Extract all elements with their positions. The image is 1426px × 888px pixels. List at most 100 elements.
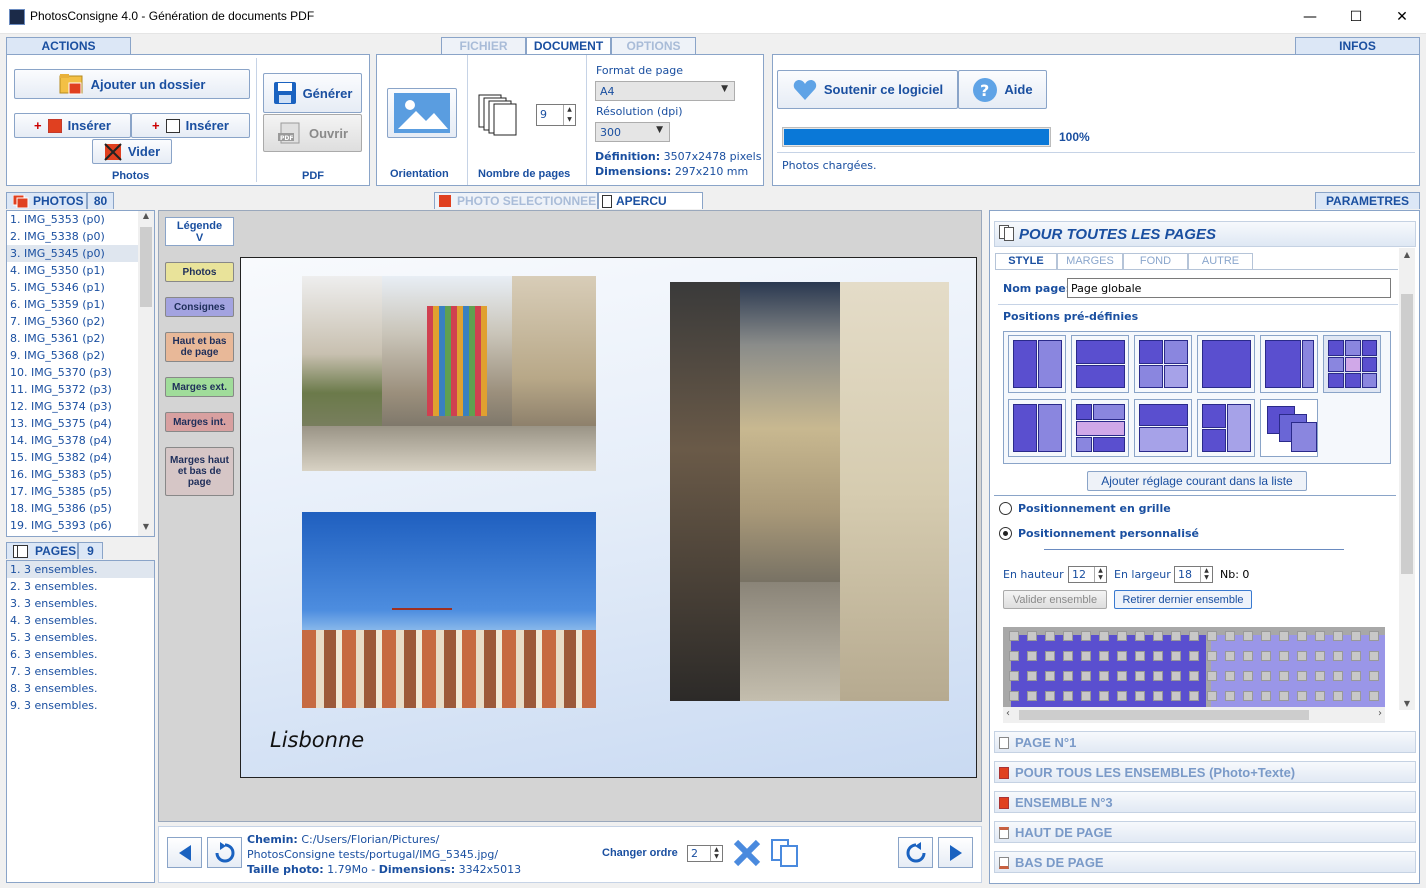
list-item[interactable]: 1. IMG_5353 (p0) [7, 211, 138, 228]
grid-cell[interactable] [1099, 651, 1109, 661]
stepper-arrows[interactable]: ▲ ▼ [563, 105, 575, 125]
params-scrollbar[interactable]: ▲ ▼ [1399, 248, 1415, 710]
section-header[interactable]: HAUT DE PAGE [994, 821, 1416, 843]
grid-cell[interactable] [1081, 671, 1091, 681]
grid-cell[interactable] [1189, 651, 1199, 661]
subtab-marges[interactable]: MARGES [1057, 253, 1123, 269]
grid-cell[interactable] [1099, 631, 1109, 641]
grid-cell[interactable] [1135, 651, 1145, 661]
legend-marges-ext[interactable]: Marges ext. [165, 377, 234, 397]
grid-cell[interactable] [1225, 671, 1235, 681]
width-stepper[interactable]: 18 ▲ ▼ [1174, 566, 1213, 583]
list-item[interactable]: 18. IMG_5386 (p5) [7, 500, 138, 517]
grid-cell[interactable] [1153, 651, 1163, 661]
section-set-3[interactable]: ENSEMBLE N°3 [994, 791, 1416, 813]
validate-set-button[interactable]: Valider ensemble [1003, 590, 1107, 609]
scroll-up-icon[interactable]: ▲ [1399, 250, 1415, 259]
grid-cell[interactable] [1351, 691, 1361, 701]
next-button[interactable] [938, 837, 973, 868]
grid-cell[interactable] [1369, 671, 1379, 681]
add-folder-button[interactable]: Ajouter un dossier [14, 69, 250, 99]
open-pdf-button[interactable]: PDF Ouvrir [263, 114, 362, 152]
grid-cell[interactable] [1333, 671, 1343, 681]
grid-cell[interactable] [1081, 651, 1091, 661]
grid-cell[interactable] [1117, 691, 1127, 701]
grid-cell[interactable] [1279, 651, 1289, 661]
scroll-thumb[interactable] [1401, 294, 1413, 574]
subtab-style[interactable]: STYLE [995, 253, 1057, 269]
grid-cell[interactable] [1351, 651, 1361, 661]
list-item[interactable]: 2. 3 ensembles. [7, 578, 154, 595]
minimize-button[interactable]: — [1287, 0, 1333, 34]
legend-haut-bas[interactable]: Haut et bas de page [165, 332, 234, 362]
legend-marges-haut-bas[interactable]: Marges haut et bas de page [165, 447, 234, 496]
preset-5[interactable] [1260, 335, 1318, 393]
stepper-arrows[interactable]: ▲ ▼ [710, 846, 722, 861]
grid-cell[interactable] [1135, 691, 1145, 701]
grid-cell[interactable] [1045, 671, 1055, 681]
stepper-arrows[interactable]: ▲ ▼ [1094, 567, 1106, 582]
tab-infos[interactable]: INFOS [1295, 37, 1420, 54]
grid-cell[interactable] [1045, 691, 1055, 701]
list-item[interactable]: 9. 3 ensembles. [7, 697, 154, 714]
grid-cell[interactable] [1027, 651, 1037, 661]
list-item[interactable]: 14. IMG_5378 (p4) [7, 432, 138, 449]
close-button[interactable]: ✕ [1379, 0, 1425, 34]
grid-cell[interactable] [1243, 631, 1253, 641]
tab-apercu-page[interactable]: APERCU PAGE [598, 192, 703, 224]
grid-cell[interactable] [1261, 691, 1271, 701]
nom-page-input[interactable]: Page globale [1067, 278, 1391, 298]
tab-photo-selected[interactable]: PHOTO SELECTIONNEE [434, 192, 598, 209]
orientation-button[interactable] [387, 88, 457, 138]
list-item[interactable]: 15. IMG_5382 (p4) [7, 449, 138, 466]
rotate-right-button[interactable] [898, 837, 933, 868]
scroll-thumb[interactable] [1019, 710, 1309, 720]
grid-cell[interactable] [1225, 651, 1235, 661]
list-item[interactable]: 8. 3 ensembles. [7, 680, 154, 697]
grid-cell[interactable] [1063, 651, 1073, 661]
pages-list[interactable]: 1. 3 ensembles. 2. 3 ensembles. 3. 3 ensem… [6, 560, 155, 883]
legend-consignes[interactable]: Consignes [165, 297, 234, 317]
photos-scrollbar[interactable]: ▲ ▼ [138, 211, 154, 536]
grid-cell[interactable] [1369, 691, 1379, 701]
scroll-thumb[interactable] [140, 227, 152, 307]
legend-toggle[interactable]: Légende V [165, 217, 234, 246]
grid-cell[interactable] [1369, 631, 1379, 641]
grid-cell[interactable] [1207, 631, 1217, 641]
preset-10[interactable] [1197, 399, 1255, 457]
grid-cell[interactable] [1045, 631, 1055, 641]
grid-cell[interactable] [1261, 671, 1271, 681]
grid-cell[interactable] [1243, 691, 1253, 701]
list-item[interactable]: 17. IMG_5385 (p5) [7, 483, 138, 500]
grid-cell[interactable] [1009, 691, 1019, 701]
preset-8[interactable] [1071, 399, 1129, 457]
grid-hscrollbar[interactable]: ‹ › [1003, 707, 1385, 723]
list-item[interactable]: 19. IMG_5393 (p6) [7, 517, 138, 534]
grid-cell[interactable] [1117, 651, 1127, 661]
grid-cell[interactable] [1027, 691, 1037, 701]
section-page-1[interactable]: PAGE N°1 [994, 731, 1416, 753]
grid-cell[interactable] [1351, 631, 1361, 641]
list-item[interactable]: 8. IMG_5361 (p2) [7, 330, 138, 347]
preset-2[interactable] [1071, 335, 1129, 393]
grid-cell[interactable] [1333, 631, 1343, 641]
preset-3[interactable] [1134, 335, 1192, 393]
grid-cell[interactable] [1279, 671, 1289, 681]
scroll-down-icon[interactable]: ▼ [1399, 699, 1415, 708]
tab-fichier[interactable]: FICHIER [441, 37, 526, 54]
tab-actions[interactable]: ACTIONS [6, 37, 131, 54]
legend-marges-int[interactable]: Marges int. [165, 412, 234, 432]
grid-cell[interactable] [1117, 671, 1127, 681]
grid-cell[interactable] [1225, 631, 1235, 641]
list-item[interactable]: 3. 3 ensembles. [7, 595, 154, 612]
list-item[interactable]: 5. 3 ensembles. [7, 629, 154, 646]
grid-cell[interactable] [1333, 691, 1343, 701]
grid-cell[interactable] [1369, 651, 1379, 661]
grid-cell[interactable] [1171, 631, 1181, 641]
tab-parametres[interactable]: PARAMETRES [1315, 192, 1420, 209]
duplicate-button[interactable] [767, 837, 802, 868]
preset-7[interactable] [1008, 399, 1066, 457]
list-item[interactable]: 7. 3 ensembles. [7, 663, 154, 680]
stepper-arrows[interactable]: ▲ ▼ [1200, 567, 1212, 582]
grid-cell[interactable] [1189, 631, 1199, 641]
